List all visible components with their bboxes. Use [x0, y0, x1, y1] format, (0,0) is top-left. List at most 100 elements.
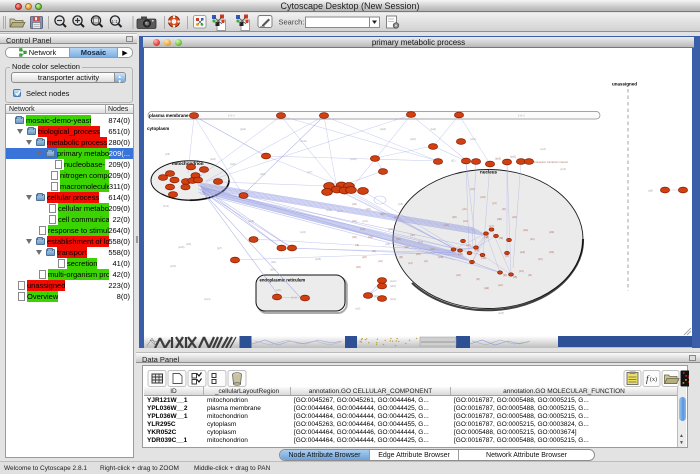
svg-text:(i2): (i2) [424, 259, 428, 263]
svg-text:(c0): (c0) [366, 207, 371, 211]
svg-text:(ix8): (ix8) [398, 202, 403, 206]
svg-text:(j6): (j6) [503, 273, 507, 277]
svg-text:(jp7): (jp7) [217, 246, 222, 250]
svg-text:(v7): (v7) [489, 224, 494, 228]
svg-text:(k8): (k8) [452, 215, 457, 219]
svg-text:(o0): (o0) [430, 247, 435, 251]
svg-text:[--0--]: [--0--] [228, 113, 235, 117]
svg-text:(jz5): (jz5) [165, 152, 170, 156]
svg-text:(da5): (da5) [315, 257, 321, 261]
svg-text:(q5): (q5) [380, 212, 385, 216]
svg-text:(r6): (r6) [355, 243, 359, 247]
svg-text:(c0): (c0) [470, 187, 475, 191]
svg-text:(fm1): (fm1) [291, 296, 297, 300]
svg-text:(vl5): (vl5) [385, 242, 390, 246]
svg-text:(i2): (i2) [372, 249, 376, 253]
svg-text:(e8): (e8) [394, 215, 399, 219]
svg-text:(w8): (w8) [438, 255, 443, 259]
svg-text:(g0): (g0) [396, 237, 401, 241]
svg-text:(y0): (y0) [388, 227, 393, 231]
svg-text:(yj8): (yj8) [648, 189, 653, 193]
svg-text:cytoplasm: cytoplasm [147, 126, 169, 131]
svg-text:(w0): (w0) [360, 227, 365, 231]
svg-text:(s8): (s8) [356, 265, 361, 269]
svg-text:(qa0): (qa0) [380, 127, 386, 131]
svg-text:(u6): (u6) [410, 233, 415, 237]
svg-text:(vr7): (vr7) [307, 170, 312, 174]
svg-text:(wj0): (wj0) [230, 162, 236, 166]
svg-text:(o8): (o8) [352, 235, 357, 239]
svg-text:(o5): (o5) [352, 202, 357, 206]
svg-text:(d1): (d1) [523, 228, 528, 232]
svg-text:(kk0): (kk0) [270, 268, 276, 272]
svg-text:unassigned: unassigned [612, 82, 637, 87]
svg-text:(o2): (o2) [352, 219, 357, 223]
svg-text:(a5): (a5) [416, 252, 421, 256]
svg-text:(yo2): (yo2) [362, 219, 368, 223]
svg-text:(s0): (s0) [538, 257, 543, 261]
svg-text:(uk0): (uk0) [410, 137, 416, 141]
svg-text:(q8): (q8) [484, 235, 489, 239]
svg-text:(e8): (e8) [368, 235, 373, 239]
svg-text:(m8): (m8) [480, 195, 486, 199]
svg-text:(wo4): (wo4) [204, 297, 211, 301]
svg-text:(jf1): (jf1) [451, 159, 456, 163]
svg-text:(d3): (d3) [549, 250, 554, 254]
svg-text:(at0): (at0) [260, 172, 265, 176]
svg-text:(v2): (v2) [463, 219, 468, 223]
svg-text:(ab3): (ab3) [495, 157, 501, 161]
svg-text:1:1: 1:1 [112, 19, 119, 24]
svg-text:(ck0): (ck0) [470, 137, 476, 141]
svg-text:(cd1): (cd1) [510, 155, 516, 159]
svg-text:(me0): (me0) [350, 157, 357, 161]
svg-text:(x): (x) [650, 376, 657, 383]
svg-text:(qf6): (qf6) [276, 288, 281, 292]
svg-text:(d3): (d3) [549, 230, 554, 234]
svg-text:(j8): (j8) [399, 255, 403, 259]
svg-text:interaction interaction intera: interaction interaction interact [534, 160, 568, 164]
svg-text:(i0): (i0) [476, 277, 480, 281]
svg-text:(k0): (k0) [530, 237, 535, 241]
svg-text:(uu0): (uu0) [540, 147, 546, 151]
svg-text:(q9): (q9) [484, 286, 489, 290]
svg-text:(o2): (o2) [378, 259, 383, 263]
svg-text:(wo8): (wo8) [178, 245, 185, 249]
svg-text:(d0): (d0) [497, 217, 502, 221]
svg-text:(ze7): (ze7) [337, 209, 343, 213]
svg-text:(aw0): (aw0) [390, 279, 397, 283]
svg-text:plasma membrane: plasma membrane [149, 113, 189, 118]
svg-text:(oz0): (oz0) [300, 230, 306, 234]
svg-text:(om0): (om0) [300, 139, 307, 143]
svg-text:(oo8): (oo8) [248, 219, 254, 223]
svg-text:(a3): (a3) [520, 250, 525, 254]
svg-text:(y6): (y6) [466, 243, 471, 247]
svg-text:(oa0): (oa0) [430, 127, 436, 131]
svg-text:(e6): (e6) [498, 283, 503, 287]
svg-text:(s8): (s8) [512, 215, 517, 219]
svg-text:(i0): (i0) [502, 207, 506, 211]
svg-text:(rx5): (rx5) [355, 307, 360, 311]
svg-text:(y4): (y4) [492, 201, 497, 205]
svg-text:(u0): (u0) [462, 207, 467, 211]
svg-text:(ld1): (ld1) [271, 260, 276, 264]
svg-text:(z2): (z2) [519, 269, 524, 273]
svg-text:(el6): (el6) [186, 242, 191, 246]
svg-text:(o6): (o6) [456, 273, 461, 277]
svg-text:(o8): (o8) [404, 245, 409, 249]
svg-text:(ga0): (ga0) [240, 127, 246, 131]
svg-text:(c6): (c6) [444, 223, 449, 227]
svg-text:(i6): (i6) [528, 273, 532, 277]
svg-text:(t8): (t8) [513, 275, 517, 279]
svg-text:(ab0): (ab0) [390, 284, 396, 288]
svg-text:(ec8): (ec8) [498, 311, 504, 315]
svg-text:(ce0): (ce0) [210, 157, 216, 161]
svg-text:[--0--]: [--0--] [518, 113, 525, 117]
svg-text:(oh0): (oh0) [170, 264, 176, 268]
svg-text:nucleus: nucleus [480, 170, 498, 175]
svg-text:(hz3): (hz3) [163, 204, 169, 208]
svg-text:(od6): (od6) [326, 208, 332, 212]
svg-text:(q5): (q5) [458, 252, 463, 256]
svg-text:(ao0): (ao0) [390, 297, 396, 301]
svg-text:(s4): (s4) [408, 261, 413, 265]
svg-text:Search:: Search: [279, 18, 305, 27]
